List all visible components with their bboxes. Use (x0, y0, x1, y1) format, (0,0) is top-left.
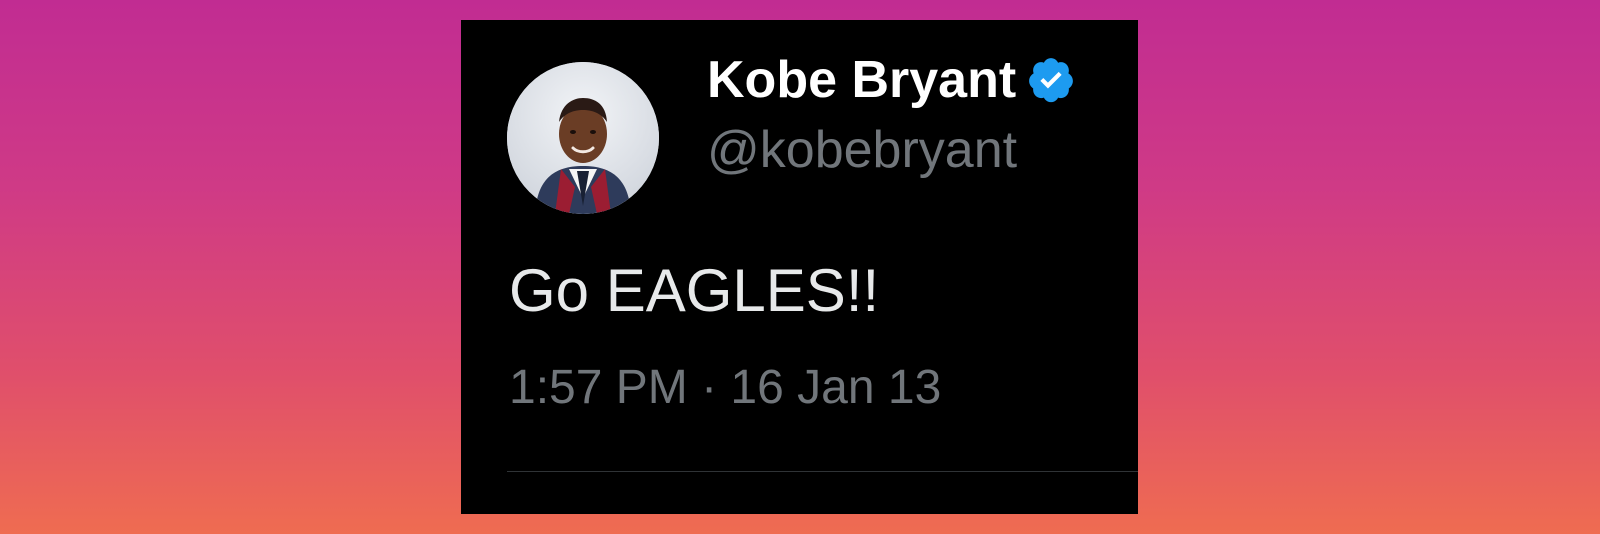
tweet-text: Go EAGLES!! (509, 257, 880, 324)
avatar[interactable] (507, 62, 659, 214)
avatar-image (507, 62, 659, 214)
display-name[interactable]: Kobe Bryant (707, 52, 1016, 108)
author-row: Kobe Bryant (707, 52, 1076, 108)
tweet-timestamp[interactable]: 1:57 PM · 16 Jan 13 (509, 360, 941, 416)
verified-badge-icon (1026, 55, 1076, 105)
divider (507, 471, 1138, 472)
tweet-card: Kobe Bryant @kobebryant Go EAGLES!! 1:57… (461, 20, 1138, 514)
author-handle[interactable]: @kobebryant (707, 122, 1017, 178)
